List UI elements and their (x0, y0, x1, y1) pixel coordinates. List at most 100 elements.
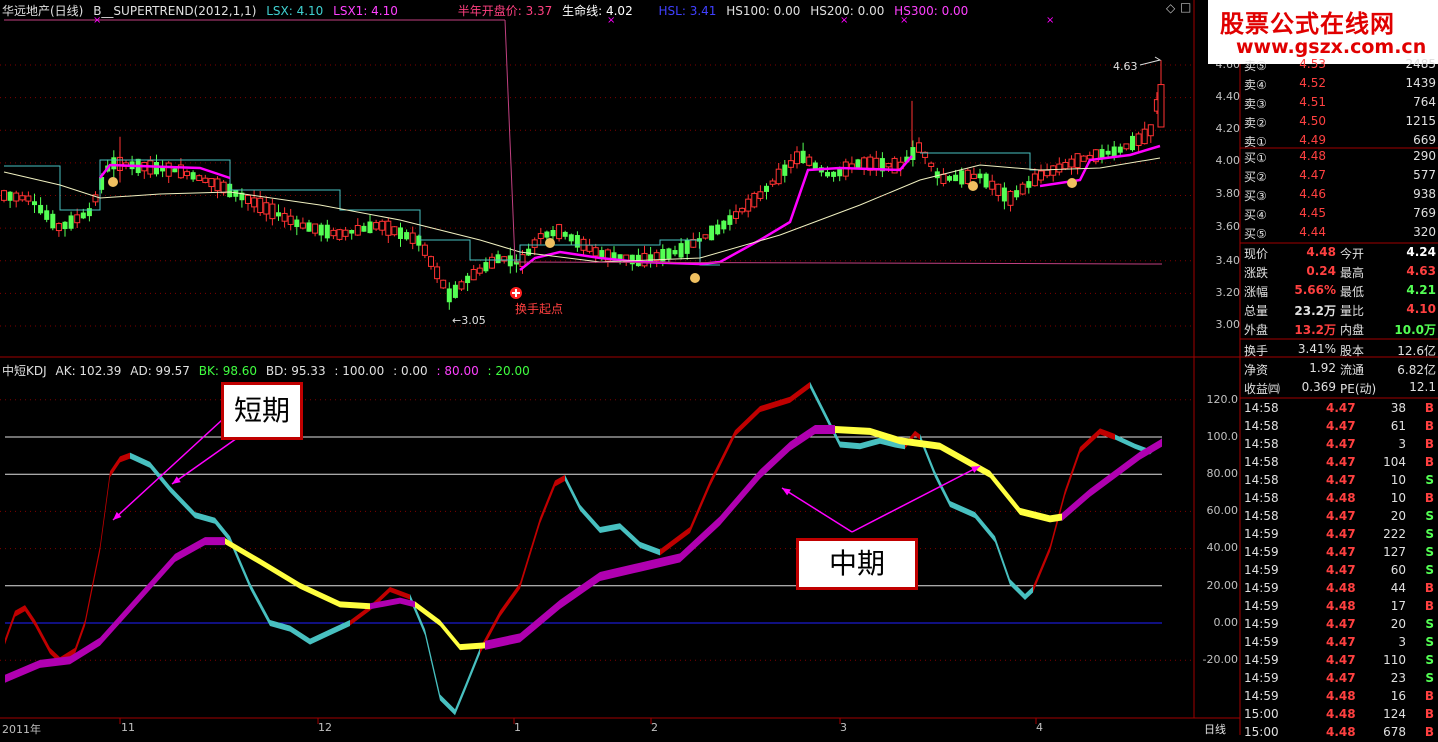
quote-label: 外盘 (1244, 323, 1269, 337)
price-tick: 3.80 (1215, 187, 1241, 200)
candle-body (1026, 181, 1032, 188)
tick-row[interactable]: 14:58 4.47 3 B (1242, 436, 1438, 454)
candle-body (964, 169, 971, 185)
tick-price: 4.47 (1326, 473, 1356, 487)
candle-body (794, 151, 800, 165)
price-chart-header: 华远地产(日线) B__SUPERTREND(2012,1,1) LSX: 4.… (2, 2, 974, 18)
tick-side: S (1425, 617, 1434, 631)
price-tick: 3.00 (1215, 318, 1241, 331)
tick-side: B (1424, 725, 1434, 739)
candle-body (764, 185, 769, 192)
tick-time: 14:59 (1244, 689, 1279, 703)
candle-body (208, 178, 215, 188)
tick-volume: 17 (1390, 599, 1406, 613)
sell-price: 4.49 (1299, 133, 1326, 147)
window-diamond-icon[interactable]: ◇ (1166, 1, 1175, 15)
tick-row[interactable]: 15:00 4.48 678 B (1242, 724, 1438, 742)
tick-row[interactable]: 15:00 4.48 124 B (1242, 706, 1438, 724)
buy-volume: 320 (1413, 225, 1436, 239)
buy-price: 4.47 (1299, 168, 1326, 182)
quote-value: 4.63 (1406, 264, 1436, 278)
window-box-icon[interactable]: □ (1180, 0, 1191, 14)
short-term-callout: 短期 (221, 382, 303, 440)
candle-body (452, 284, 458, 298)
candle-body (544, 231, 550, 238)
tick-volume: 20 (1390, 617, 1406, 631)
tick-row[interactable]: 14:58 4.47 38 B (1242, 400, 1438, 418)
buy-row[interactable]: 买① 4.48 290 (1242, 148, 1438, 166)
candle-body (537, 233, 544, 240)
candle-body (1111, 146, 1117, 156)
tick-price: 4.48 (1326, 689, 1356, 703)
sell-row[interactable]: 卖④ 4.52 1439 (1242, 75, 1438, 93)
candle-body (916, 142, 922, 153)
candle-body (7, 191, 13, 201)
sell-row[interactable]: 卖③ 4.51 764 (1242, 94, 1438, 112)
candle-body (367, 221, 373, 234)
tick-row[interactable]: 14:58 4.48 10 B (1242, 490, 1438, 508)
tick-side: B (1424, 581, 1434, 595)
candle-body (1062, 161, 1069, 170)
candle-body (672, 250, 678, 255)
buy-price: 4.48 (1299, 149, 1326, 163)
candle-body (806, 156, 813, 166)
tick-row[interactable]: 14:59 4.47 3 S (1242, 634, 1438, 652)
kdj-v3: : 80.00 (436, 364, 479, 378)
candle-body (989, 180, 996, 190)
tick-row[interactable]: 14:59 4.47 222 S (1242, 526, 1438, 544)
tick-side: S (1425, 653, 1434, 667)
tick-row[interactable]: 14:59 4.48 16 B (1242, 688, 1438, 706)
tick-volume: 124 (1383, 707, 1406, 721)
buy-row[interactable]: 买③ 4.46 938 (1242, 186, 1438, 204)
buy-row[interactable]: 买② 4.47 577 (1242, 167, 1438, 185)
candle-body (50, 213, 56, 229)
tick-volume: 3 (1398, 635, 1406, 649)
tick-row[interactable]: 14:58 4.47 20 S (1242, 508, 1438, 526)
tick-row[interactable]: 14:58 4.47 10 S (1242, 472, 1438, 490)
candle-body (526, 248, 532, 256)
tick-row[interactable]: 14:59 4.48 17 B (1242, 598, 1438, 616)
sell-row[interactable]: 卖⑤ 4.53 2485 (1242, 56, 1438, 74)
buy-row[interactable]: 买⑤ 4.44 320 (1242, 224, 1438, 242)
short-kdj-down (410, 593, 480, 716)
candle-body (342, 229, 349, 237)
tick-row[interactable]: 14:58 4.47 104 B (1242, 454, 1438, 472)
candle-body (281, 212, 288, 222)
hs100-value: HS100: 0.00 (726, 4, 801, 18)
candle-body (953, 174, 959, 182)
kdj-tick: 40.00 (1206, 541, 1239, 554)
tick-side: B (1424, 401, 1434, 415)
candle-body (1074, 153, 1081, 169)
tick-row[interactable]: 14:59 4.47 23 S (1242, 670, 1438, 688)
price-tick: 4.00 (1215, 154, 1241, 167)
buy-row[interactable]: 买④ 4.45 769 (1242, 205, 1438, 223)
sell-row[interactable]: 卖② 4.50 1215 (1242, 113, 1438, 131)
tick-time: 14:59 (1244, 527, 1279, 541)
half-year-open-line (514, 261, 1163, 265)
sell-price: 4.51 (1299, 95, 1326, 109)
candle-body (214, 178, 221, 192)
tick-price: 4.47 (1326, 527, 1356, 541)
candle-body (1123, 143, 1130, 150)
tick-row[interactable]: 14:59 4.47 60 S (1242, 562, 1438, 580)
candle-body (1147, 124, 1154, 137)
tick-price: 4.48 (1326, 581, 1356, 595)
buy-label: 买③ (1244, 189, 1267, 203)
fundamental-row: 收益㈣ 0.369 PE(动) 12.1 (1242, 379, 1438, 397)
candle-body (1044, 169, 1051, 177)
candle-body (172, 168, 178, 173)
candle-body (800, 150, 806, 164)
candle-body (1038, 170, 1044, 181)
candle-body (361, 225, 367, 232)
tick-price: 4.47 (1326, 437, 1356, 451)
fundamental-row: 净资 1.92 流通 6.82亿 (1242, 360, 1438, 378)
tick-time: 14:59 (1244, 617, 1279, 631)
candle-body (727, 215, 733, 225)
tick-price: 4.47 (1326, 545, 1356, 559)
tick-row[interactable]: 14:59 4.47 110 S (1242, 652, 1438, 670)
tick-row[interactable]: 14:58 4.47 61 B (1242, 418, 1438, 436)
tick-row[interactable]: 14:59 4.47 127 S (1242, 544, 1438, 562)
tick-row[interactable]: 14:59 4.47 20 S (1242, 616, 1438, 634)
tick-row[interactable]: 14:59 4.48 44 B (1242, 580, 1438, 598)
candle-body (251, 197, 258, 208)
